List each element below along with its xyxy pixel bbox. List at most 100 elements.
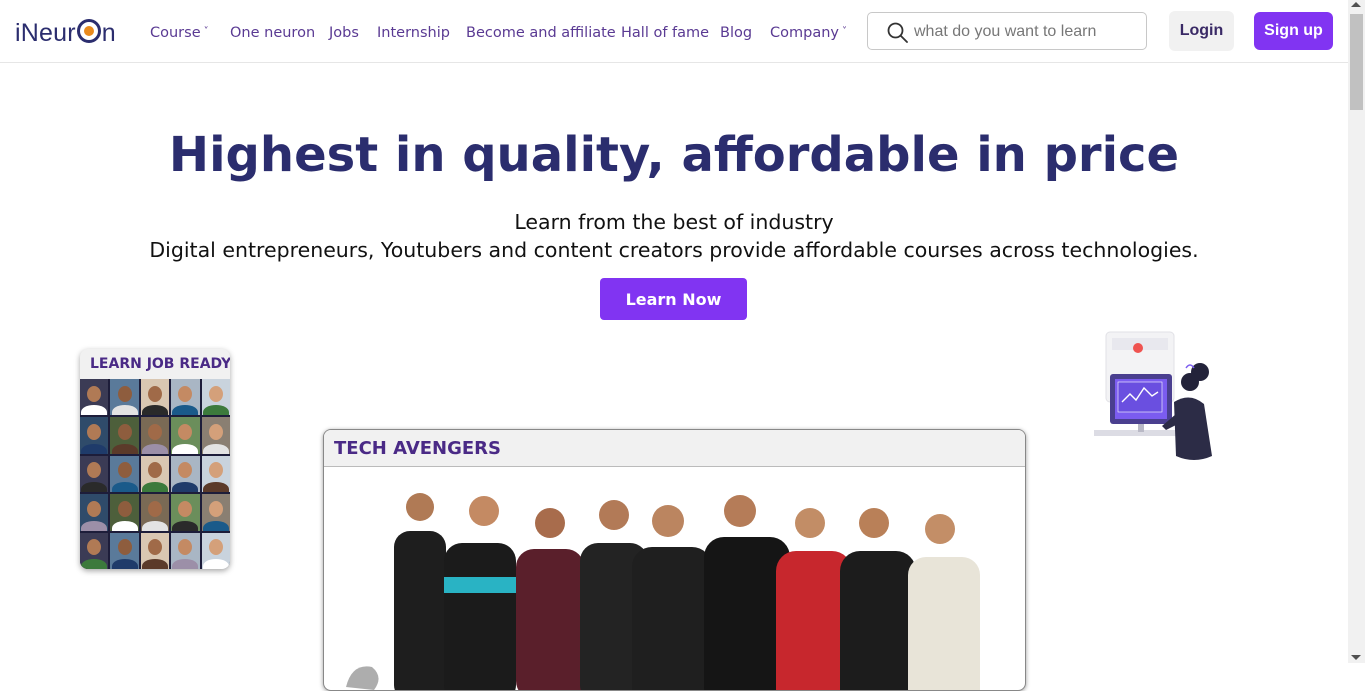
login-button[interactable]: Login [1169,11,1234,51]
student-photo-shoulders [202,520,229,531]
student-photo [80,532,109,569]
student-photo [201,455,230,493]
student-photo [110,532,139,569]
student-photo-grid [80,379,230,569]
student-photo-shoulders [141,443,168,454]
student-photo-shoulders [111,443,138,454]
student-photo-face [178,385,193,402]
logo-o-icon [76,19,101,43]
student-photo [80,455,109,493]
team-members [394,493,980,690]
student-photo-shoulders [202,482,229,493]
nav-internship[interactable]: Internship [377,24,450,42]
learn-job-ready-card[interactable]: LEARN JOB READY [80,349,230,569]
student-photo-shoulders [81,559,108,569]
student-photo-shoulders [141,482,168,493]
scrollbar-thumb[interactable] [1350,14,1363,110]
student-photo-shoulders [81,482,108,493]
student-photo-face [178,462,193,479]
nav-jobs[interactable]: Jobs [329,24,359,42]
student-photo-shoulders [172,559,199,569]
student-photo-shoulders [202,559,229,569]
student-photo [140,532,170,569]
student-photo [171,379,200,416]
student-photo-shoulders [141,520,168,531]
student-photo [201,494,230,531]
student-photo [171,417,200,454]
tech-avengers-title: TECH AVENGERS [334,438,502,459]
student-photo-shoulders [141,405,168,416]
student-photo-face [117,423,132,440]
student-photo-face [208,500,223,517]
student-photo [80,494,109,531]
student-photo [171,532,200,569]
student-photo-face [147,385,162,402]
student-photo [140,455,170,493]
student-photo-shoulders [81,405,108,416]
nav-hall-of-fame[interactable]: Hall of fame [621,24,709,42]
nav-course-label: Course [150,25,201,41]
student-photo-shoulders [111,520,138,531]
student-photo [201,417,230,454]
student-photo [110,455,139,493]
student-photo-face [178,500,193,517]
student-photo-shoulders [172,482,199,493]
chevron-down-icon: ˅ [841,26,847,37]
nav-blog[interactable]: Blog [720,24,752,42]
student-photo [140,379,170,416]
student-photo-face [208,462,223,479]
student-photo [201,532,230,569]
scroll-up-arrow-icon[interactable] [1351,2,1361,7]
student-photo-face [178,539,193,556]
nav-become-affiliate[interactable]: Become and affiliate [466,24,616,42]
student-photo-face [117,539,132,556]
hero-subtitle-line-2: Digital entrepreneurs, Youtubers and con… [149,238,1199,262]
signup-button[interactable]: Sign up [1254,12,1333,50]
student-photo-face [208,539,223,556]
nav-course-dropdown[interactable]: Course ˅ [150,24,209,44]
student-photo-shoulders [202,443,229,454]
student-photo-face [87,385,102,402]
nav-company-dropdown[interactable]: Company ˅ [770,24,847,44]
ineuron-logo[interactable]: iNeur n [15,17,116,48]
student-photo [140,417,170,454]
student-photo-face [208,423,223,440]
student-photo-shoulders [111,482,138,493]
nav-one-neuron[interactable]: One neuron [230,24,315,42]
logo-text-suffix: n [101,19,116,47]
student-photo-shoulders [172,443,199,454]
person-at-computer-illustration [1094,331,1212,460]
logo-text-prefix: iNeur [15,19,76,47]
student-photo [80,379,109,416]
student-photo [80,417,109,454]
scroll-down-arrow-icon[interactable] [1351,655,1361,660]
search-input[interactable] [912,18,1136,46]
student-photo-face [147,539,162,556]
student-photo-shoulders [172,520,199,531]
student-photo-face [147,462,162,479]
student-photo-face [87,462,102,479]
student-photo-shoulders [141,559,168,569]
student-photo-face [208,385,223,402]
student-photo-shoulders [202,405,229,416]
student-photo [171,455,200,493]
tech-avengers-card[interactable]: TECH AVENGERS [323,429,1026,691]
student-photo-face [117,462,132,479]
student-photo [201,379,230,416]
student-photo [110,417,139,454]
hero-title: Highest in quality, affordable in price [168,127,1180,183]
student-photo-face [87,500,102,517]
student-photo-shoulders [172,405,199,416]
student-photo-shoulders [111,405,138,416]
learn-now-button[interactable]: Learn Now [600,278,747,320]
search-icon [887,22,908,43]
learn-job-ready-title: LEARN JOB READY [90,356,230,372]
student-photo-shoulders [81,520,108,531]
search-box[interactable] [867,12,1147,50]
student-photo [171,494,200,531]
student-photo-shoulders [111,559,138,569]
student-photo [140,494,170,531]
tech-avengers-header: TECH AVENGERS [324,430,1025,467]
student-photo-face [117,385,132,402]
student-photo-shoulders [81,443,108,454]
